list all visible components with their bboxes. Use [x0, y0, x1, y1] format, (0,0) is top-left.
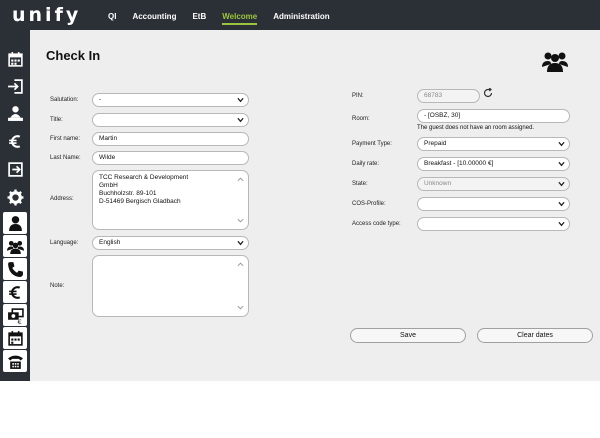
language-value: English: [99, 239, 121, 246]
person-icon: [8, 215, 22, 231]
sidebar-charges[interactable]: [3, 281, 27, 303]
scroll-up-icon[interactable]: [237, 262, 244, 267]
cos-profile-select[interactable]: [417, 197, 570, 211]
address-label: Address:: [50, 196, 74, 202]
sidebar: €: [0, 30, 30, 381]
nav-welcome[interactable]: Welcome: [214, 0, 265, 30]
save-button[interactable]: Save: [350, 328, 466, 343]
gear-icon: [7, 189, 23, 205]
salutation-label: Salutation:: [50, 97, 79, 103]
chevron-down-icon: [558, 141, 565, 147]
access-code-type-label: Access code type:: [352, 221, 401, 227]
room-input[interactable]: - [OSBZ, 30]: [417, 109, 570, 123]
nav-administration-label: Administration: [273, 12, 330, 21]
chevron-down-icon: [558, 181, 565, 187]
language-select[interactable]: English: [92, 236, 249, 250]
note-label: Note:: [50, 283, 65, 289]
address-line-2: GmbH: [99, 182, 118, 189]
state-label: State:: [352, 181, 368, 187]
chevron-down-icon: [558, 201, 565, 207]
sidebar-check-out[interactable]: [3, 158, 27, 180]
sidebar-guest[interactable]: [3, 212, 27, 234]
refresh-icon[interactable]: [483, 88, 493, 98]
calendar-icon: [7, 51, 23, 67]
scroll-down-icon[interactable]: [237, 305, 244, 310]
unify-logo: unify: [12, 4, 82, 26]
access-code-type-select[interactable]: [417, 217, 570, 231]
page-title: Check In: [46, 48, 101, 63]
payment-type-select[interactable]: Prepaid: [417, 137, 570, 151]
check-in-icon: [7, 78, 23, 94]
state-select[interactable]: Unknown: [417, 177, 570, 191]
reception-person-icon: [7, 105, 23, 121]
daily-rate-select[interactable]: Breakfast - [10.00000 €]: [417, 157, 570, 171]
sidebar-money[interactable]: €: [3, 304, 27, 326]
svg-text:€: €: [17, 318, 21, 324]
sidebar-reception[interactable]: [3, 102, 27, 124]
last-name-label: Last Name:: [50, 155, 81, 161]
room-label: Room:: [352, 116, 370, 122]
top-bar: unify QI Accounting EtB Welcome Administ…: [0, 0, 600, 30]
phone-icon: [7, 261, 23, 277]
group-icon: [6, 240, 24, 254]
clear-dates-button[interactable]: Clear dates: [477, 328, 593, 343]
address-line-1: TCC Research & Development: [99, 174, 189, 181]
scroll-up-icon[interactable]: [237, 177, 244, 182]
first-name-input[interactable]: Martin: [92, 132, 249, 146]
title-select[interactable]: [92, 113, 249, 127]
sidebar-calendar-2[interactable]: [3, 327, 27, 349]
chevron-down-icon: [558, 161, 565, 167]
address-line-4: D-51469 Bergisch Gladbach: [99, 198, 181, 205]
address-line-3: Buchholzstr. 89-101: [99, 190, 157, 197]
chevron-down-icon: [237, 117, 244, 123]
sidebar-calendar[interactable]: [3, 48, 27, 70]
chevron-down-icon: [558, 221, 565, 227]
sidebar-phone[interactable]: [3, 258, 27, 280]
nav-welcome-label: Welcome: [222, 12, 258, 25]
sidebar-billing[interactable]: [3, 130, 27, 152]
nav-accounting[interactable]: Accounting: [124, 0, 184, 30]
nav-administration[interactable]: Administration: [265, 0, 337, 30]
chevron-down-icon: [237, 240, 244, 246]
main-nav: QI Accounting EtB Welcome Administration: [100, 0, 338, 30]
chevron-down-icon: [237, 97, 244, 103]
salutation-value: -: [99, 96, 102, 103]
app-window: unify QI Accounting EtB Welcome Administ…: [0, 0, 600, 381]
nav-etb-label: EtB: [192, 12, 207, 21]
payment-type-value: Prepaid: [424, 140, 447, 147]
nav-etb[interactable]: EtB: [184, 0, 214, 30]
nav-qi[interactable]: QI: [100, 0, 124, 30]
daily-rate-label: Daily rate:: [352, 161, 380, 167]
room-note: The guest does not have an room assigned…: [417, 125, 535, 131]
nav-accounting-label: Accounting: [132, 12, 177, 21]
pin-label: PIN:: [352, 93, 364, 99]
guests-icon[interactable]: [542, 50, 568, 72]
scroll-down-icon[interactable]: [237, 218, 244, 223]
language-label: Language:: [50, 240, 79, 246]
salutation-select[interactable]: -: [92, 93, 249, 107]
first-name-label: First name:: [50, 136, 81, 142]
sidebar-settings[interactable]: [3, 186, 27, 208]
check-out-icon: [7, 161, 23, 177]
state-value: Unknown: [424, 180, 452, 187]
address-textarea[interactable]: TCC Research & Development GmbH Buchholz…: [92, 170, 249, 230]
main-content: Check In Salutation: - Title: First name…: [30, 30, 600, 381]
euro-icon: [8, 134, 20, 148]
cos-profile-label: COS-Profile:: [352, 201, 386, 207]
daily-rate-value: Breakfast - [10.00000 €]: [424, 160, 494, 167]
sidebar-group[interactable]: [3, 235, 27, 257]
sidebar-check-in[interactable]: [3, 75, 27, 97]
note-textarea[interactable]: [92, 255, 249, 317]
nav-qi-label: QI: [108, 12, 117, 21]
euro-icon: [8, 285, 20, 299]
sidebar-phone-book[interactable]: [3, 350, 27, 372]
money-icon: €: [7, 307, 24, 324]
payment-type-label: Payment Type:: [352, 141, 392, 147]
calendar-icon: [7, 330, 23, 346]
last-name-input[interactable]: Wilde: [92, 151, 249, 165]
phone-book-icon: [7, 355, 23, 369]
pin-input[interactable]: 68783: [417, 89, 480, 103]
title-label: Title:: [50, 117, 63, 123]
